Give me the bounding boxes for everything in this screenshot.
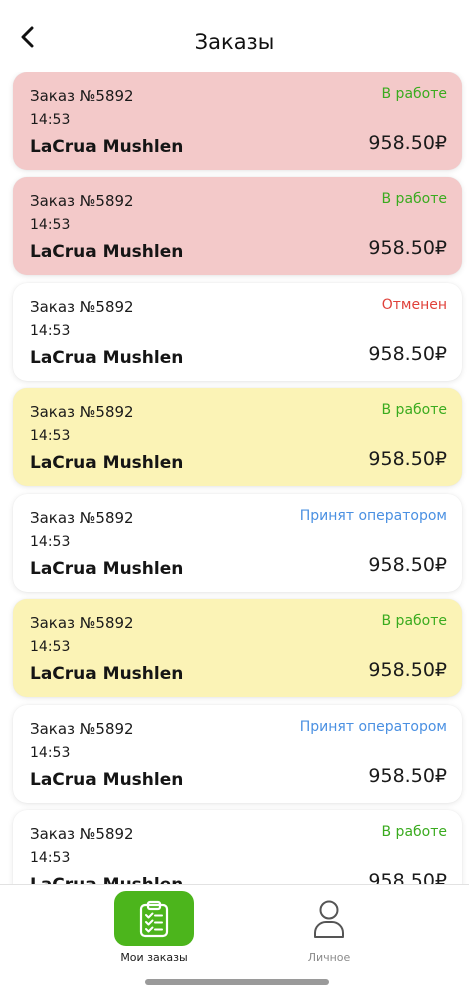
order-time: 14:53	[30, 112, 71, 128]
order-status: Принят оператором	[299, 719, 447, 735]
tab-my-orders[interactable]: Мои заказы	[84, 885, 224, 965]
order-time: 14:53	[30, 428, 71, 444]
tab-icon-background	[114, 891, 194, 946]
home-indicator	[145, 979, 329, 985]
order-status: Принят оператором	[299, 508, 447, 524]
bottom-tab-bar: Мои заказы Личное	[0, 884, 469, 986]
order-status: В работе	[381, 824, 448, 840]
order-customer: LaCrua Mushlen	[30, 137, 184, 157]
order-number: Заказ №5892	[30, 509, 134, 527]
order-card[interactable]: Заказ №5892 14:53 LaCrua Mushlen В работ…	[13, 72, 462, 170]
order-customer: LaCrua Mushlen	[30, 242, 184, 262]
order-status: В работе	[381, 86, 448, 102]
tab-icon-background	[289, 891, 369, 946]
order-time: 14:53	[30, 323, 71, 339]
tab-personal[interactable]: Личное	[259, 885, 399, 965]
order-number: Заказ №5892	[30, 192, 134, 210]
tab-label: Мои заказы	[120, 951, 188, 964]
user-icon	[314, 900, 344, 938]
order-customer: LaCrua Mushlen	[30, 664, 184, 684]
order-price: 958.50₽	[368, 237, 447, 259]
order-time: 14:53	[30, 217, 71, 233]
order-status: В работе	[381, 613, 448, 629]
order-price: 958.50₽	[368, 765, 447, 787]
page-title: Заказы	[194, 30, 275, 54]
order-number: Заказ №5892	[30, 825, 134, 843]
order-card[interactable]: Заказ №5892 14:53 LaCrua Mushlen Отменен…	[13, 283, 462, 381]
order-number: Заказ №5892	[30, 87, 134, 105]
order-customer: LaCrua Mushlen	[30, 453, 184, 473]
order-status: В работе	[381, 402, 448, 418]
order-price: 958.50₽	[368, 870, 447, 884]
order-number: Заказ №5892	[30, 403, 134, 421]
order-time: 14:53	[30, 639, 71, 655]
order-card[interactable]: Заказ №5892 14:53 LaCrua Mushlen Принят …	[13, 705, 462, 803]
order-price: 958.50₽	[368, 343, 447, 365]
order-number: Заказ №5892	[30, 614, 134, 632]
order-status: Отменен	[381, 297, 447, 313]
order-card[interactable]: Заказ №5892 14:53 LaCrua Mushlen Принят …	[13, 494, 462, 592]
order-price: 958.50₽	[368, 132, 447, 154]
order-card[interactable]: Заказ №5892 14:53 LaCrua Mushlen В работ…	[13, 388, 462, 486]
order-customer: LaCrua Mushlen	[30, 770, 184, 790]
order-time: 14:53	[30, 534, 71, 550]
order-number: Заказ №5892	[30, 298, 134, 316]
order-price: 958.50₽	[368, 448, 447, 470]
clipboard-list-icon	[139, 900, 169, 937]
tab-label: Личное	[307, 951, 351, 964]
order-customer: LaCrua Mushlen	[30, 348, 184, 368]
order-customer: LaCrua Mushlen	[30, 875, 183, 884]
header: Заказы	[0, 0, 469, 72]
order-card[interactable]: Заказ №5892 14:53 LaCrua Mushlen В работ…	[13, 810, 462, 884]
order-card[interactable]: Заказ №5892 14:53 LaCrua Mushlen В работ…	[13, 599, 462, 697]
order-price: 958.50₽	[368, 554, 447, 576]
order-number: Заказ №5892	[30, 720, 134, 738]
orders-list[interactable]: Заказ №5892 14:53 LaCrua Mushlen В работ…	[0, 72, 469, 884]
order-time: 14:53	[30, 745, 71, 761]
order-status: В работе	[381, 191, 448, 207]
order-card[interactable]: Заказ №5892 14:53 LaCrua Mushlen В работ…	[13, 177, 462, 275]
order-price: 958.50₽	[368, 659, 447, 681]
order-time: 14:53	[30, 850, 71, 866]
order-customer: LaCrua Mushlen	[30, 559, 184, 579]
